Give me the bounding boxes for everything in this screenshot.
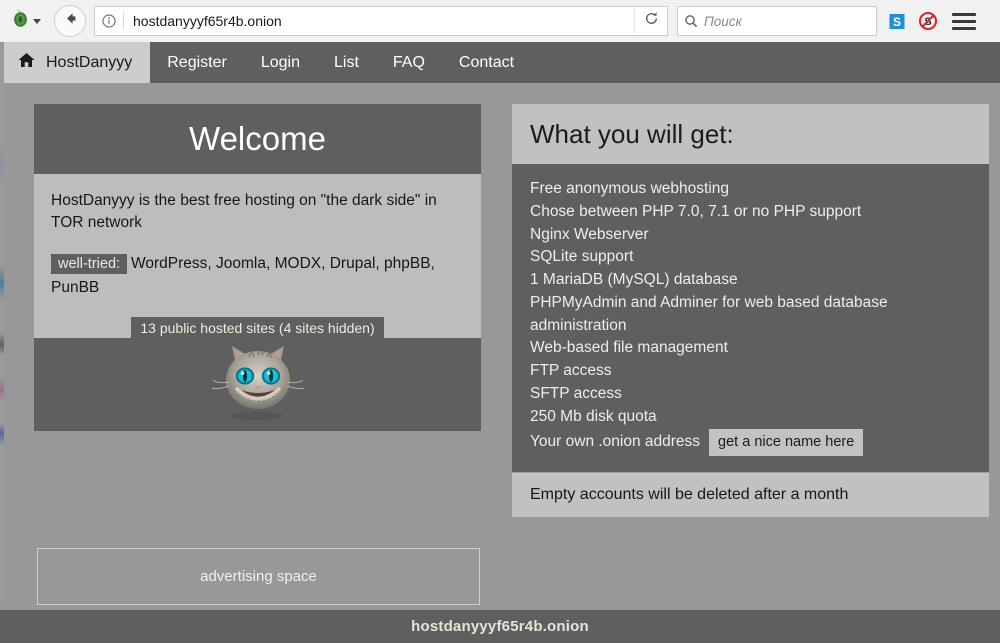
footer-onion-address[interactable]: hostdanyyyf65r4b.onion: [411, 618, 589, 635]
cat-image-panel: [34, 338, 481, 431]
welcome-heading-text: Welcome: [189, 120, 326, 158]
back-arrow-icon: [63, 11, 78, 31]
url-text[interactable]: hostdanyyyf65r4b.onion: [124, 13, 634, 29]
search-icon: [678, 14, 704, 28]
info-circle-icon[interactable]: [95, 14, 123, 28]
onion-address-label: Your own .onion address: [530, 431, 700, 454]
list-item: Web-based file management: [530, 337, 971, 360]
list-item: Chose between PHP 7.0, 7.1 or no PHP sup…: [530, 201, 971, 224]
nav-item-register[interactable]: Register: [150, 42, 244, 83]
get-panel-footer: Empty accounts will be deleted after a m…: [512, 472, 989, 517]
back-button[interactable]: [54, 5, 86, 37]
get-heading-text: What you will get:: [530, 119, 734, 150]
well-tried-badge: well-tried:: [51, 254, 127, 274]
blue-s-icon[interactable]: S: [888, 12, 907, 31]
noscript-blocked-icon[interactable]: S: [918, 11, 938, 31]
nav-item-list[interactable]: List: [317, 42, 376, 83]
svg-text:S: S: [893, 15, 901, 29]
search-bar[interactable]: Поиск: [677, 6, 877, 36]
list-item: 1 MariaDB (MySQL) database: [530, 269, 971, 292]
home-icon: [18, 52, 35, 73]
get-nice-name-button[interactable]: get a nice name here: [709, 429, 863, 456]
nav-item-faq[interactable]: FAQ: [376, 42, 442, 83]
browser-toolbar: hostdanyyyf65r4b.onion Поиск S: [0, 0, 1000, 43]
nav-link-label: List: [334, 54, 359, 72]
reload-button[interactable]: [634, 8, 667, 34]
nav-link-label: Login: [261, 54, 300, 72]
list-item: 250 Mb disk quota: [530, 406, 971, 429]
nav-item-login[interactable]: Login: [244, 42, 317, 83]
welcome-panel: Welcome HostDanyyy is the best free host…: [34, 104, 481, 353]
get-panel-title: What you will get:: [512, 104, 989, 164]
address-bar[interactable]: hostdanyyyf65r4b.onion: [94, 6, 668, 36]
nav-item-hostdanyyy[interactable]: HostDanyyy: [4, 42, 150, 83]
get-panel-body: Free anonymous webhosting Chose between …: [512, 164, 989, 472]
features-list: Free anonymous webhosting Chose between …: [530, 178, 971, 456]
chevron-down-icon: [33, 19, 41, 24]
advertising-space-label: advertising space: [200, 568, 317, 585]
site-footer: hostdanyyyf65r4b.onion: [0, 610, 1000, 643]
well-tried-line: well-tried:WordPress, Joomla, MODX, Drup…: [51, 252, 464, 300]
reload-icon: [644, 11, 659, 31]
onion-address-list-item: Your own .onion address get a nice name …: [530, 429, 971, 456]
list-item: Free anonymous webhosting: [530, 178, 971, 201]
page-content: Welcome HostDanyyy is the best free host…: [4, 83, 1000, 610]
search-input[interactable]: Поиск: [704, 14, 742, 29]
tor-onion-menu-button[interactable]: [8, 7, 44, 35]
cheshire-cat-icon: [199, 340, 317, 429]
advertising-space-box[interactable]: advertising space: [37, 548, 480, 605]
welcome-intro-text: HostDanyyy is the best free hosting on "…: [51, 190, 464, 234]
list-item: SFTP access: [530, 383, 971, 406]
hosted-sites-badge-wrap: 13 public hosted sites (4 sites hidden): [51, 317, 464, 339]
nav-brand-label: HostDanyyy: [46, 54, 132, 72]
tor-onion-icon: [11, 9, 30, 33]
list-item: SQLite support: [530, 246, 971, 269]
welcome-panel-body: HostDanyyy is the best free hosting on "…: [34, 174, 481, 353]
list-item: Nginx Webserver: [530, 224, 971, 247]
nav-link-label: Contact: [459, 54, 514, 72]
welcome-panel-title: Welcome: [34, 104, 481, 174]
list-item: PHPMyAdmin and Adminer for web based dat…: [530, 292, 971, 338]
nav-link-label: Register: [167, 54, 227, 72]
list-item: FTP access: [530, 360, 971, 383]
nav-link-label: FAQ: [393, 54, 425, 72]
hosted-sites-badge[interactable]: 13 public hosted sites (4 sites hidden): [131, 317, 383, 339]
site-navigation-bar: HostDanyyy Register Login List FAQ Conta…: [4, 42, 1000, 83]
nav-item-contact[interactable]: Contact: [442, 42, 531, 83]
get-footer-text: Empty accounts will be deleted after a m…: [530, 486, 848, 503]
what-you-will-get-panel: What you will get: Free anonymous webhos…: [512, 104, 989, 517]
hamburger-menu-icon[interactable]: [952, 13, 976, 30]
